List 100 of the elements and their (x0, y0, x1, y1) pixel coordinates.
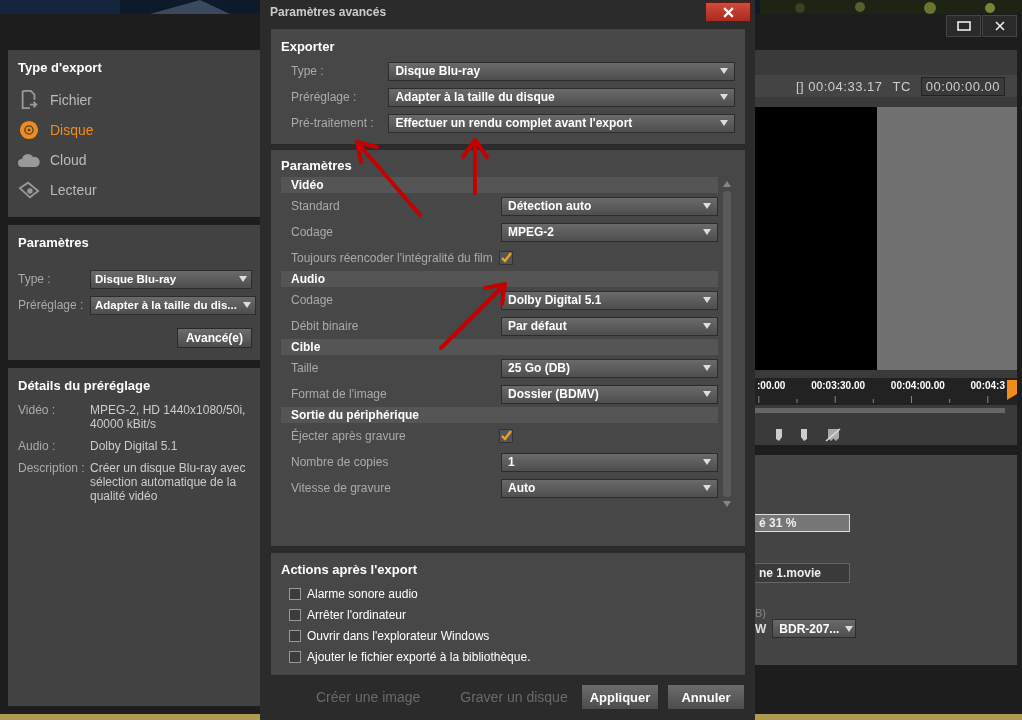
field-label: Pré-traitement : (291, 116, 375, 130)
close-button[interactable] (982, 15, 1017, 37)
background-label: Créer une image (316, 689, 421, 705)
export-type-item[interactable]: Cloud (18, 145, 252, 175)
dialog-title: Paramètres avancés (270, 5, 387, 19)
maximize-icon (956, 21, 971, 31)
panel-title: Exporter (281, 39, 336, 54)
caret-icon (703, 297, 711, 303)
group-header: Vidéo (281, 177, 718, 193)
dropdown[interactable]: Auto (501, 478, 718, 498)
detail-label: Audio : (18, 439, 57, 453)
caret-icon (703, 323, 711, 329)
checkbox[interactable] (289, 608, 301, 621)
field-label: Vitesse de gravure (291, 481, 391, 495)
field-label: Type : (291, 64, 325, 78)
annotation-arrow (439, 282, 507, 350)
field-label: Codage (291, 293, 334, 307)
ruler-label: 00:03:30.00 (811, 380, 866, 391)
dropdown[interactable]: Adapter à la taille du dis... (90, 295, 256, 315)
detail-value: MPEG-2, HD 1440x1080/50i, 40000 kBit/s (90, 403, 247, 431)
timeline-scrollbar[interactable] (755, 408, 1005, 413)
timeline-ruler[interactable]: :00.00 00:03:30.00 00:04:00.00 00:04:3 (755, 378, 1017, 405)
background-label: Graver un disque (460, 689, 568, 705)
panel-title: Paramètres (281, 158, 353, 173)
dialog-button[interactable]: Annuler (667, 684, 745, 710)
marker-icon[interactable] (800, 428, 808, 442)
drive-label: B) (755, 607, 767, 619)
file-name-field[interactable]: ne 1.movie (755, 563, 850, 583)
dropdown[interactable]: Par défaut (501, 316, 718, 336)
drive-icon (18, 180, 40, 200)
scroll-down-icon[interactable] (723, 501, 731, 507)
caret-icon (242, 302, 251, 308)
field-label: Préréglage : (18, 298, 85, 312)
panel-title: Détails du préréglage (18, 378, 152, 393)
field-label: Codage (291, 225, 334, 239)
dialog-button[interactable]: Appliquer (581, 684, 659, 710)
checkbox[interactable] (499, 251, 513, 265)
field-label: Taille (291, 361, 319, 375)
dropdown[interactable]: Disque Blu-ray (90, 269, 252, 289)
marker-icon[interactable] (775, 428, 783, 442)
caret-icon (703, 365, 711, 371)
checkbox[interactable] (289, 587, 301, 600)
caret-icon (239, 276, 247, 282)
dropdown[interactable]: 1 (501, 452, 718, 472)
annotation-arrow (461, 138, 489, 195)
scroll-up-icon[interactable] (723, 181, 731, 187)
playhead-icon[interactable] (1007, 380, 1017, 400)
dropdown[interactable]: Détection auto (501, 196, 718, 216)
field-label: Type : (18, 272, 52, 286)
caret-icon (845, 625, 854, 632)
dropdown[interactable]: Effectuer un rendu complet avant l'export (388, 113, 735, 133)
dropdown[interactable]: Adapter à la taille du disque (388, 87, 735, 107)
dropdown[interactable]: 25 Go (DB) (501, 358, 718, 378)
field-label: Éjecter après gravure (291, 429, 406, 443)
dropdown[interactable]: BDR-207... (772, 619, 857, 638)
advanced-button[interactable]: Avancé(e) (177, 328, 252, 348)
dropdown[interactable]: MPEG-2 (501, 222, 718, 242)
field-label: Débit binaire (291, 319, 359, 333)
caret-icon (703, 203, 711, 209)
group-header: Sortie du périphérique (281, 407, 718, 423)
close-button[interactable] (705, 2, 751, 22)
checkbox[interactable] (289, 629, 301, 642)
ruler-label: 00:04:3 (970, 380, 1005, 391)
caret-icon (703, 391, 711, 397)
field-label: Toujours réencoder l'intégralité du film (291, 251, 493, 265)
panel-title: Actions après l'export (281, 562, 419, 577)
export-type-item[interactable]: Lecteur (18, 175, 252, 205)
caret-icon (720, 120, 728, 126)
maximize-button[interactable] (946, 15, 981, 37)
drive-letter: W (755, 621, 767, 636)
ruler-label: :00.00 (757, 380, 786, 391)
dropdown[interactable]: Dolby Digital 5.1 (501, 290, 718, 310)
field-label: Format de l'image (291, 387, 387, 401)
caret-icon (703, 485, 711, 491)
dropdown[interactable]: Dossier (BDMV) (501, 384, 718, 404)
group-header: Cible (281, 339, 718, 355)
option-label: Ajouter le fichier exporté à la bibliothèque. (307, 649, 531, 664)
field-label: Standard (291, 199, 340, 213)
panel-title: Type d'export (18, 60, 103, 75)
caret-icon (703, 229, 711, 235)
detail-label: Vidéo : (18, 403, 57, 419)
field-label: Préréglage : (291, 90, 358, 104)
export-type-item[interactable]: Disque (18, 115, 252, 145)
group-header: Audio (281, 271, 718, 287)
marker-clear-icon[interactable] (825, 428, 841, 442)
detail-label: Description : (18, 461, 86, 477)
export-type-item[interactable]: Fichier (18, 85, 252, 115)
option-label: Ouvrir dans l'explorateur Windows (307, 628, 490, 643)
option-label: Alarme sonore audio (307, 586, 418, 601)
dropdown[interactable]: Disque Blu-ray (388, 61, 735, 81)
detail-value: Créer un disque Blu-ray avec sélection automatique de la qualité vidéo (90, 461, 247, 503)
caret-icon (720, 68, 728, 74)
detail-value: Dolby Digital 5.1 (90, 439, 179, 453)
option-label: Arrêter l'ordinateur (307, 607, 406, 622)
checkbox[interactable] (499, 429, 513, 443)
timecode-field[interactable]: 00:00:00.00 (920, 76, 1005, 96)
close-icon (722, 6, 734, 18)
caret-icon (720, 94, 728, 100)
field-label: Nombre de copies (291, 455, 389, 469)
checkbox[interactable] (289, 650, 301, 663)
